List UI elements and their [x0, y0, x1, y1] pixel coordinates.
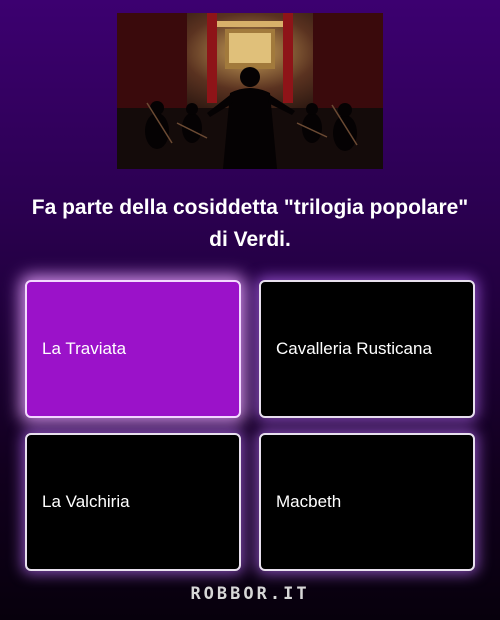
- answer-option-1[interactable]: La Traviata: [25, 280, 241, 418]
- answer-option-2[interactable]: Cavalleria Rusticana: [259, 280, 475, 418]
- answer-label: La Valchiria: [42, 492, 130, 511]
- question-image: [117, 13, 383, 169]
- answer-option-4[interactable]: Macbeth: [259, 433, 475, 571]
- answer-option-3[interactable]: La Valchiria: [25, 433, 241, 571]
- answer-label: Macbeth: [276, 492, 342, 511]
- answer-label: Cavalleria Rusticana: [276, 339, 432, 358]
- answer-label: La Traviata: [42, 339, 127, 358]
- orchestra-stage-illustration: [117, 13, 383, 169]
- site-logo: ROBBOR.IT: [190, 584, 310, 604]
- question-text: Fa parte della cosiddetta "trilogia popo…: [31, 196, 469, 251]
